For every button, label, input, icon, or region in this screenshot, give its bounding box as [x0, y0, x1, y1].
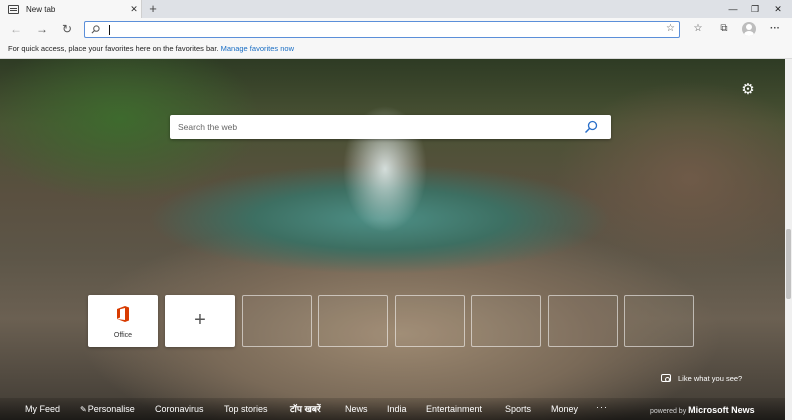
- nav-entertainment[interactable]: Entertainment: [426, 404, 482, 415]
- tab-strip: New tab ✕ + — ❐ ✕: [0, 0, 792, 18]
- address-bar[interactable]: ☆: [84, 21, 680, 38]
- maximize-button[interactable]: ❐: [744, 0, 766, 18]
- camera-icon: [661, 374, 671, 382]
- add-tile-button[interactable]: +: [165, 295, 235, 347]
- like-label: Like what you see?: [678, 373, 743, 383]
- collections-icon[interactable]: ⧉: [716, 21, 732, 37]
- empty-tile[interactable]: [548, 295, 618, 347]
- nav-more-icon[interactable]: ···: [596, 402, 608, 412]
- empty-tile[interactable]: [395, 295, 465, 347]
- search-icon: [91, 25, 100, 34]
- plus-icon: +: [194, 309, 206, 331]
- nav-my-feed[interactable]: My Feed: [25, 404, 60, 415]
- nav-personalise[interactable]: ✎Personalise: [80, 404, 135, 415]
- tab-close-icon[interactable]: ✕: [127, 4, 141, 15]
- gear-icon[interactable]: ⚙: [740, 82, 756, 98]
- nav-hindi-top-news[interactable]: टॉप खबरें: [290, 404, 321, 415]
- brand-name: Microsoft News: [688, 405, 755, 415]
- search-input[interactable]: [178, 120, 578, 134]
- favorites-icon[interactable]: ☆: [690, 21, 706, 37]
- address-input[interactable]: [111, 23, 651, 36]
- office-icon: [117, 306, 129, 322]
- text-caret: [109, 25, 110, 35]
- empty-tile[interactable]: [624, 295, 694, 347]
- minimize-button[interactable]: —: [722, 0, 744, 18]
- scroll-thumb[interactable]: [786, 229, 791, 299]
- star-icon[interactable]: ☆: [666, 23, 675, 34]
- refresh-icon[interactable]: ↻: [59, 21, 75, 37]
- powered-by: powered by Microsoft News: [650, 405, 755, 415]
- manage-favorites-link[interactable]: Manage favorites now: [221, 44, 294, 53]
- empty-tile[interactable]: [242, 295, 312, 347]
- web-search-box[interactable]: [170, 115, 611, 139]
- tile-office[interactable]: Office: [88, 295, 158, 347]
- nav-india[interactable]: India: [387, 404, 407, 415]
- tab-page-icon: [8, 4, 19, 14]
- tile-label: Office: [113, 332, 133, 339]
- nav-news[interactable]: News: [345, 404, 368, 415]
- favorites-message: For quick access, place your favorites h…: [8, 44, 219, 53]
- back-icon[interactable]: ←: [8, 21, 24, 37]
- pencil-icon: ✎: [80, 405, 87, 414]
- search-icon[interactable]: [584, 120, 598, 134]
- new-tab-button[interactable]: +: [146, 1, 160, 17]
- nav-coronavirus[interactable]: Coronavirus: [155, 404, 204, 415]
- background-image: [0, 59, 785, 420]
- empty-tile[interactable]: [471, 295, 541, 347]
- like-image-button[interactable]: Like what you see?: [661, 372, 742, 384]
- tab-new-tab[interactable]: New tab ✕: [0, 0, 142, 18]
- empty-tile[interactable]: [318, 295, 388, 347]
- more-icon[interactable]: ···: [767, 21, 783, 37]
- nav-sports[interactable]: Sports: [505, 404, 531, 415]
- forward-icon[interactable]: →: [34, 21, 50, 37]
- window-close-button[interactable]: ✕: [767, 0, 789, 18]
- toolbar: ← → ↻ ☆ ☆ ⧉ ···: [0, 18, 792, 40]
- nav-personalise-label: Personalise: [87, 404, 135, 414]
- nav-money[interactable]: Money: [551, 404, 578, 415]
- tab-title: New tab: [26, 4, 56, 14]
- scrollbar[interactable]: [785, 59, 792, 420]
- profile-icon[interactable]: [742, 22, 756, 36]
- nav-top-stories[interactable]: Top stories: [224, 404, 268, 415]
- favorites-bar: For quick access, place your favorites h…: [0, 40, 792, 59]
- powered-by-label: powered by: [650, 408, 687, 415]
